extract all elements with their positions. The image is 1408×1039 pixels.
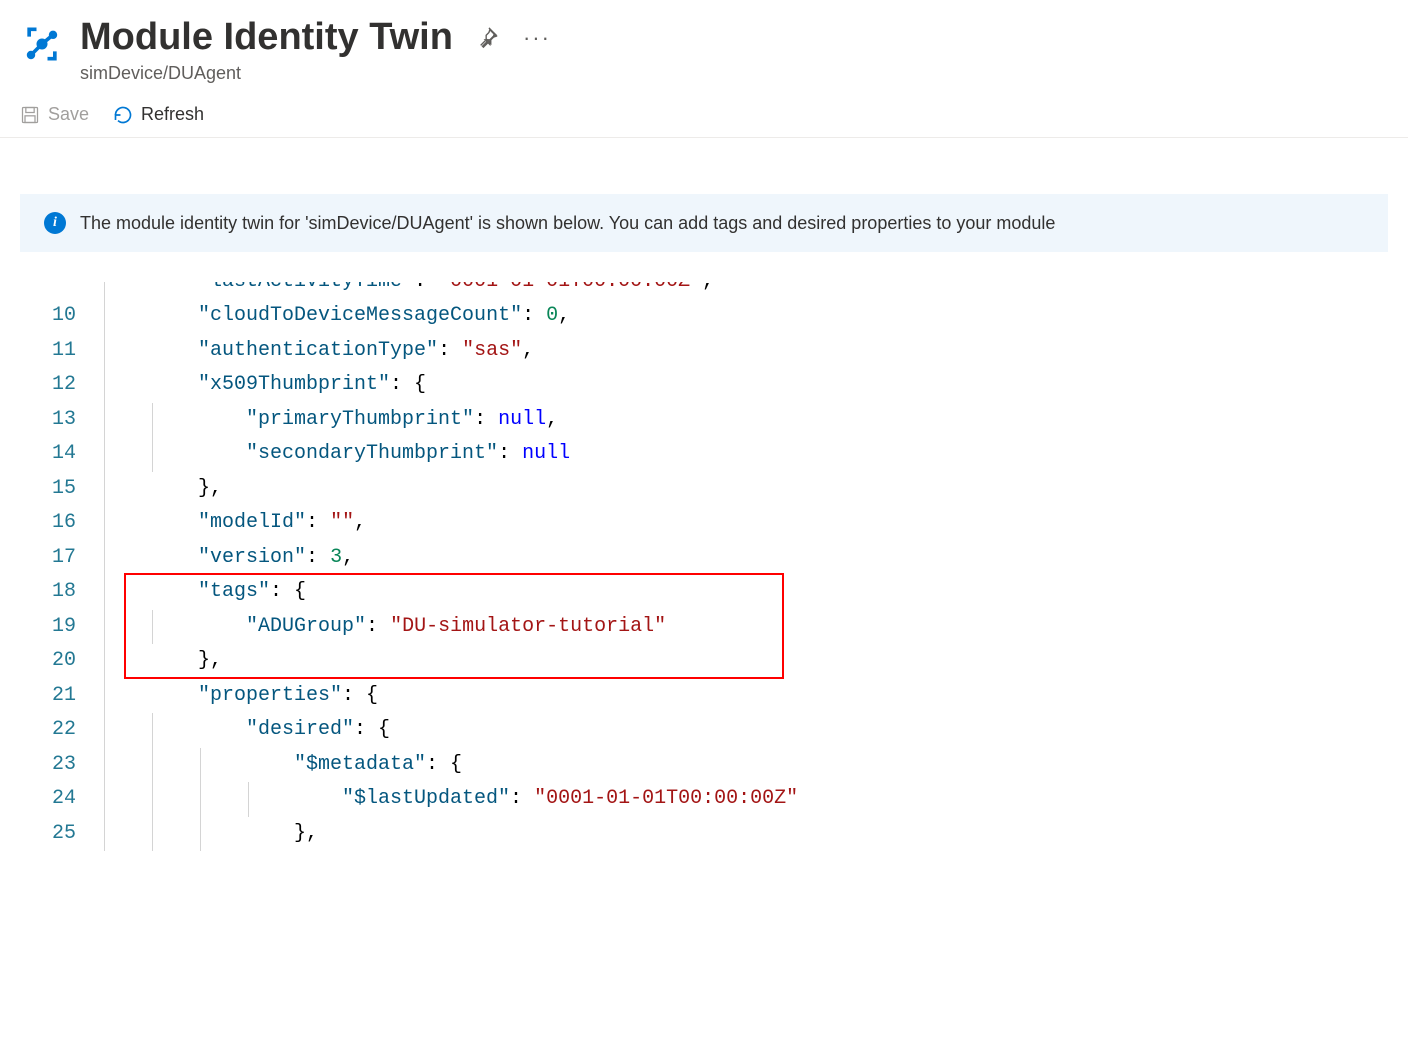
code-line[interactable]: "x509Thumbprint": {: [104, 368, 1388, 403]
code-line[interactable]: "properties": {: [104, 679, 1388, 714]
code-line[interactable]: "modelId": "",: [104, 506, 1388, 541]
code-line[interactable]: },: [104, 817, 1388, 852]
json-editor[interactable]: 910111213141516171819202122232425 "lastA…: [20, 282, 1388, 851]
toolbar: Save Refresh: [0, 92, 1408, 138]
info-banner: i The module identity twin for 'simDevic…: [20, 194, 1388, 252]
line-number: 21: [52, 679, 76, 714]
code-line[interactable]: "secondaryThumbprint": null: [104, 437, 1388, 472]
line-number: 16: [52, 506, 76, 541]
save-button: Save: [20, 104, 89, 125]
info-icon: i: [44, 212, 66, 234]
code-line[interactable]: "$lastUpdated": "0001-01-01T00:00:00Z": [104, 782, 1388, 817]
line-number: 25: [52, 817, 76, 852]
code-line[interactable]: "version": 3,: [104, 541, 1388, 576]
module-twin-icon: [20, 22, 64, 66]
code-line[interactable]: "ADUGroup": "DU-simulator-tutorial": [104, 610, 1388, 645]
page-header: Module Identity Twin ··· simDevice/DUAge…: [0, 0, 1408, 92]
line-number: 19: [52, 610, 76, 645]
pin-icon[interactable]: [477, 27, 499, 49]
line-number: 14: [52, 437, 76, 472]
line-number: 12: [52, 368, 76, 403]
save-icon: [20, 105, 40, 125]
line-number: 22: [52, 713, 76, 748]
refresh-label: Refresh: [141, 104, 204, 125]
save-label: Save: [48, 104, 89, 125]
refresh-button[interactable]: Refresh: [113, 104, 204, 125]
line-number: 9: [52, 282, 76, 299]
line-number: 23: [52, 748, 76, 783]
code-line[interactable]: },: [104, 472, 1388, 507]
breadcrumb: simDevice/DUAgent: [80, 63, 1388, 84]
line-gutter: 910111213141516171819202122232425: [20, 282, 104, 851]
line-number: 24: [52, 782, 76, 817]
line-number: 18: [52, 575, 76, 610]
line-number: 13: [52, 403, 76, 438]
page-title: Module Identity Twin: [80, 16, 453, 59]
code-line[interactable]: "primaryThumbprint": null,: [104, 403, 1388, 438]
refresh-icon: [113, 105, 133, 125]
line-number: 15: [52, 472, 76, 507]
line-number: 11: [52, 334, 76, 369]
code-line[interactable]: "$metadata": {: [104, 748, 1388, 783]
code-line[interactable]: },: [104, 644, 1388, 679]
code-line[interactable]: "cloudToDeviceMessageCount": 0,: [104, 299, 1388, 334]
line-number: 10: [52, 299, 76, 334]
code-line[interactable]: "lastActivityTime": "0001-01-01T00:00:00…: [104, 282, 1388, 299]
info-text: The module identity twin for 'simDevice/…: [80, 213, 1055, 234]
code-line[interactable]: "tags": {: [104, 575, 1388, 610]
code-content[interactable]: "lastActivityTime": "0001-01-01T00:00:00…: [104, 282, 1388, 851]
more-icon[interactable]: ···: [523, 27, 551, 49]
code-line[interactable]: "desired": {: [104, 713, 1388, 748]
line-number: 20: [52, 644, 76, 679]
code-line[interactable]: "authenticationType": "sas",: [104, 334, 1388, 369]
line-number: 17: [52, 541, 76, 576]
